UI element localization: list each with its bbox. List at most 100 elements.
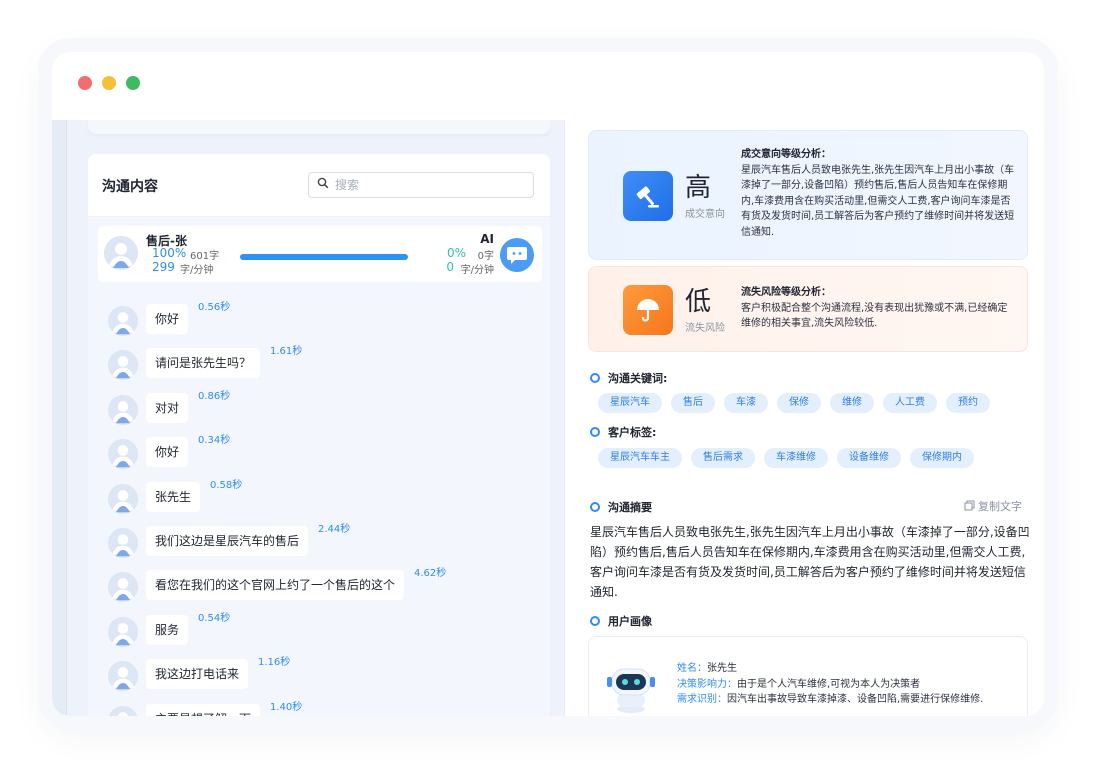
user-avatar-icon — [108, 572, 138, 603]
risk-level: 低 — [685, 287, 712, 317]
search-icon — [317, 177, 329, 192]
message-duration: 0.56秒 — [198, 302, 231, 313]
close-window-button[interactable] — [78, 76, 92, 90]
customer-tags: 星辰汽车车主 售后需求 车漆维修 设备维修 保修期内 — [598, 448, 974, 468]
ai-speed: 0 — [446, 260, 454, 274]
message-bubble: 我这边打电话来 — [146, 659, 249, 690]
user-avatar-icon — [108, 439, 138, 470]
section-ring-icon — [590, 616, 600, 626]
left-scroll-rail[interactable] — [52, 120, 67, 716]
agent-avatar — [104, 236, 138, 270]
risk-analysis-text: 客户积极配合整个沟通流程,没有表现出犹豫或不满,已经确定维修的相关事宜,流失风险… — [741, 302, 1008, 330]
risk-analysis-title: 流失风险等级分析： — [741, 287, 831, 298]
agent-speed-unit: 字/分钟 — [180, 265, 214, 276]
customer-tag: 售后需求 — [691, 448, 755, 468]
agent-avatar — [108, 528, 138, 558]
ai-name: AI — [480, 232, 494, 246]
portrait-title: 用户画像 — [590, 613, 652, 629]
ai-avatar — [500, 238, 534, 272]
user-avatar-icon — [108, 350, 138, 381]
app-window: 沟通内容 售后-张 100% 601字 299 字/分钟 — [52, 52, 1044, 716]
intent-analysis-text: 星辰汽车售后人员致电张先生,张先生因汽车上月出小事故（车漆掉了一部分,设备凹陷）… — [741, 164, 1015, 238]
minimize-window-button[interactable] — [102, 76, 116, 90]
portrait-influence-row: 决策影响力：由于是个人汽车维修,可视为本人为决策者 — [677, 678, 921, 690]
customer-tag: 星辰汽车车主 — [598, 448, 682, 468]
talk-ratio-bar — [240, 254, 408, 260]
talk-stats-bar: 售后-张 100% 601字 299 字/分钟 AI 0% 0字 0 字/分钟 — [98, 226, 542, 282]
agent-avatar — [108, 661, 138, 692]
message-bubble: 主要是想了解一下 — [146, 703, 261, 716]
summary-title: 沟通摘要 — [590, 499, 652, 515]
summary-text: 星辰汽车售后人员致电张先生,张先生因汽车上月出小事故（车漆掉了一部分,设备凹陷）… — [590, 525, 1030, 599]
previous-card — [88, 120, 550, 134]
search-input[interactable] — [333, 175, 527, 195]
message-duration: 1.61秒 — [270, 346, 303, 358]
talk-ratio-fill — [240, 254, 408, 260]
maximize-window-button[interactable] — [126, 76, 140, 90]
keywords-title: 沟通关键词: — [590, 370, 667, 386]
intent-analysis-title: 成交意向等级分析： — [741, 149, 831, 160]
keyword-tag: 售后 — [671, 393, 715, 413]
message-duration: 0.58秒 — [210, 479, 243, 491]
message-duration: 1.16秒 — [258, 657, 291, 669]
message-duration: 0.34秒 — [198, 435, 231, 447]
message-duration: 0.86秒 — [198, 390, 231, 402]
agent-avatar — [108, 616, 138, 647]
communication-header: 沟通内容 — [88, 154, 550, 217]
chat-bot-icon — [507, 247, 527, 264]
agent-avatar — [108, 394, 138, 425]
umbrella-icon — [623, 285, 673, 335]
section-ring-icon — [590, 427, 600, 437]
search-box[interactable] — [308, 172, 534, 198]
gavel-icon — [623, 171, 673, 221]
intent-card: 高 成交意向 成交意向等级分析： 星辰汽车售后人员致电张先生,张先生因汽车上月出… — [588, 130, 1028, 260]
ai-char-count: 0字 — [477, 251, 494, 262]
ai-talk-ratio: 0% — [446, 246, 466, 260]
intent-label: 成交意向 — [685, 209, 725, 220]
intent-analysis: 成交意向等级分析： 星辰汽车售后人员致电张先生,张先生因汽车上月出小事故（车漆掉… — [741, 147, 1017, 241]
window-controls — [78, 76, 140, 90]
user-avatar-icon — [108, 394, 138, 425]
user-avatar-icon — [108, 661, 138, 692]
message-bubble: 你好 — [146, 304, 189, 334]
user-avatar-icon — [104, 236, 138, 270]
keyword-tag: 保修 — [777, 393, 821, 413]
section-ring-icon — [590, 502, 600, 512]
keyword-tag: 维修 — [830, 393, 874, 413]
section-ring-icon — [590, 373, 600, 383]
agent-avatar — [108, 572, 138, 603]
ai-speed-unit: 字/分钟 — [460, 265, 494, 276]
agent-avatar — [108, 306, 138, 336]
copy-icon — [964, 500, 975, 511]
agent-avatar — [108, 705, 138, 716]
user-avatar-icon — [108, 616, 138, 647]
copy-text-button[interactable]: 复制文字 — [964, 498, 1022, 514]
message-bubble: 张先生 — [146, 481, 201, 512]
customer-tag: 设备维修 — [837, 448, 901, 468]
risk-analysis: 流失风险等级分析： 客户积极配合整个沟通流程,没有表现出犹豫或不满,已经确定维修… — [741, 285, 1017, 332]
portrait-details: 姓名：张先生 决策影响力：由于是个人汽车维修,可视为本人为决策者 需求识别：因汽… — [677, 661, 983, 708]
agent-char-count: 601字 — [190, 251, 220, 262]
message-duration: 2.44秒 — [318, 524, 351, 535]
portrait-need-row: 需求识别：因汽车出事故导致车漆掉漆、设备凹陷,需要进行保修维修. — [677, 694, 984, 706]
message-bubble: 你好 — [146, 437, 189, 468]
keyword-tag: 车漆 — [724, 393, 768, 413]
risk-label: 流失风险 — [685, 323, 725, 334]
user-avatar-icon — [108, 528, 138, 558]
user-avatar-icon — [108, 306, 138, 336]
user-portrait-card: 姓名：张先生 决策影响力：由于是个人汽车维修,可视为本人为决策者 需求识别：因汽… — [588, 636, 1028, 716]
agent-avatar — [108, 483, 138, 514]
agent-speed: 299 — [152, 260, 175, 274]
keyword-tags: 星辰汽车 售后 车漆 保修 维修 人工费 预约 — [598, 393, 990, 413]
message-bubble: 服务 — [146, 614, 189, 645]
user-avatar-icon — [108, 483, 138, 514]
message-bubble: 对对 — [146, 392, 189, 423]
message-duration: 4.62秒 — [414, 568, 447, 580]
message-bubble: 请问是张先生吗？ — [146, 348, 261, 379]
communication-panel: 沟通内容 售后-张 100% 601字 299 字/分钟 — [88, 154, 550, 716]
customer-tag: 保修期内 — [910, 448, 974, 468]
keyword-tag: 人工费 — [883, 393, 937, 413]
agent-avatar — [108, 350, 138, 381]
message-bubble: 我们这边是星辰汽车的售后 — [146, 526, 309, 556]
agent-talk-ratio: 100% — [152, 246, 187, 260]
